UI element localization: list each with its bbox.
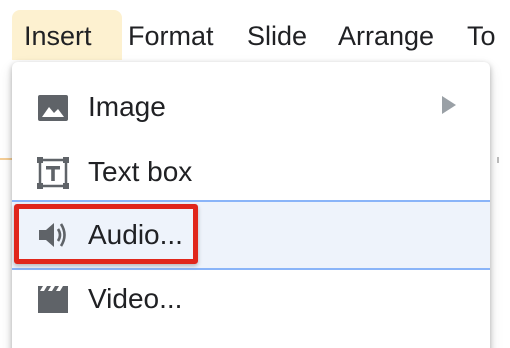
menu-insert[interactable]: Insert [12, 10, 122, 60]
menu-item-text-box-label: Text box [88, 156, 193, 187]
menu-slide[interactable]: Slide [235, 10, 319, 60]
app-frame: Insert Format Slide Arrange To Image Tex… [0, 0, 510, 348]
canvas-guide-line-left [0, 158, 12, 160]
image-icon [36, 91, 70, 125]
callout-highlight-box [14, 204, 198, 264]
menu-item-video-label: Video... [88, 283, 183, 314]
menu-item-video[interactable]: Video... [12, 268, 490, 330]
menu-format[interactable]: Format [116, 10, 226, 60]
menu-item-image-label: Image [88, 91, 166, 122]
canvas-tick-right [497, 157, 499, 163]
menu-item-image[interactable]: Image [12, 76, 490, 138]
menu-arrange[interactable]: Arrange [326, 10, 446, 60]
submenu-arrow-icon [442, 96, 456, 114]
menu-bar: Insert Format Slide Arrange To [0, 0, 510, 66]
menu-item-text-box[interactable]: Text box [12, 141, 490, 203]
menu-tools[interactable]: To [455, 10, 508, 60]
video-clapper-icon [36, 283, 70, 317]
text-box-icon [36, 156, 70, 190]
